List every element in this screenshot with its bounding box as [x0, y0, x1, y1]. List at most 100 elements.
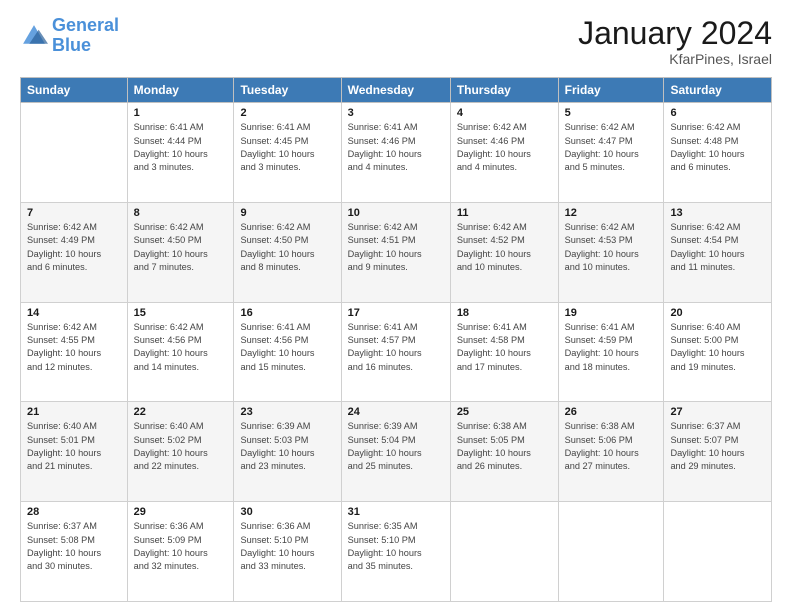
day-number: 3 — [348, 107, 444, 119]
day-info: Sunrise: 6:42 AMSunset: 4:56 PMDaylight:… — [134, 321, 228, 374]
table-row: 19 Sunrise: 6:41 AMSunset: 4:59 PMDayligh… — [558, 302, 664, 402]
day-number: 13 — [670, 207, 765, 219]
calendar-week-4: 21 Sunrise: 6:40 AMSunset: 5:01 PMDayligh… — [21, 402, 772, 502]
col-saturday: Saturday — [664, 78, 772, 103]
day-info: Sunrise: 6:40 AMSunset: 5:02 PMDaylight:… — [134, 420, 228, 473]
day-info: Sunrise: 6:41 AMSunset: 4:57 PMDaylight:… — [348, 321, 444, 374]
table-row: 24Sunrise: 6:39 AMSunset: 5:04 PMDayligh… — [341, 402, 450, 502]
logo: General Blue — [20, 16, 119, 56]
table-row: 31 Sunrise: 6:35 AMSunset: 5:10 PMDayligh… — [341, 502, 450, 602]
day-info: Sunrise: 6:42 AMSunset: 4:52 PMDaylight:… — [457, 221, 552, 274]
day-info: Sunrise: 6:37 AMSunset: 5:08 PMDaylight:… — [27, 520, 121, 573]
day-number: 18 — [457, 307, 552, 319]
table-row: 1Sunrise: 6:41 AMSunset: 4:44 PMDaylight… — [127, 103, 234, 203]
col-thursday: Thursday — [450, 78, 558, 103]
table-row: 9Sunrise: 6:42 AMSunset: 4:50 PMDaylight… — [234, 202, 341, 302]
day-info: Sunrise: 6:40 AMSunset: 5:00 PMDaylight:… — [670, 321, 765, 374]
day-info: Sunrise: 6:42 AMSunset: 4:49 PMDaylight:… — [27, 221, 121, 274]
logo-text: General Blue — [52, 16, 119, 56]
table-row: 15Sunrise: 6:42 AMSunset: 4:56 PMDayligh… — [127, 302, 234, 402]
day-info: Sunrise: 6:36 AMSunset: 5:09 PMDaylight:… — [134, 520, 228, 573]
table-row: 12Sunrise: 6:42 AMSunset: 4:53 PMDayligh… — [558, 202, 664, 302]
day-number: 28 — [27, 506, 121, 518]
day-info: Sunrise: 6:42 AMSunset: 4:50 PMDaylight:… — [134, 221, 228, 274]
day-number: 29 — [134, 506, 228, 518]
calendar-week-3: 14Sunrise: 6:42 AMSunset: 4:55 PMDayligh… — [21, 302, 772, 402]
day-info: Sunrise: 6:41 AMSunset: 4:46 PMDaylight:… — [348, 121, 444, 174]
month-title: January 2024 — [578, 16, 772, 51]
day-number: 4 — [457, 107, 552, 119]
table-row: 10Sunrise: 6:42 AMSunset: 4:51 PMDayligh… — [341, 202, 450, 302]
header: General Blue January 2024 KfarPines, Isr… — [20, 16, 772, 67]
table-row — [664, 502, 772, 602]
table-row: 3 Sunrise: 6:41 AMSunset: 4:46 PMDaylight… — [341, 103, 450, 203]
title-block: January 2024 KfarPines, Israel — [578, 16, 772, 67]
day-info: Sunrise: 6:42 AMSunset: 4:47 PMDaylight:… — [565, 121, 658, 174]
day-number: 16 — [240, 307, 334, 319]
table-row: 8 Sunrise: 6:42 AMSunset: 4:50 PMDaylight… — [127, 202, 234, 302]
logo-icon — [20, 22, 48, 50]
table-row: 13Sunrise: 6:42 AMSunset: 4:54 PMDayligh… — [664, 202, 772, 302]
day-info: Sunrise: 6:41 AMSunset: 4:56 PMDaylight:… — [240, 321, 334, 374]
col-tuesday: Tuesday — [234, 78, 341, 103]
day-info: Sunrise: 6:36 AMSunset: 5:10 PMDaylight:… — [240, 520, 334, 573]
day-info: Sunrise: 6:35 AMSunset: 5:10 PMDaylight:… — [348, 520, 444, 573]
day-number: 22 — [134, 406, 228, 418]
day-info: Sunrise: 6:37 AMSunset: 5:07 PMDaylight:… — [670, 420, 765, 473]
table-row: 20 Sunrise: 6:40 AMSunset: 5:00 PMDayligh… — [664, 302, 772, 402]
day-info: Sunrise: 6:41 AMSunset: 4:44 PMDaylight:… — [134, 121, 228, 174]
table-row: 28 Sunrise: 6:37 AMSunset: 5:08 PMDayligh… — [21, 502, 128, 602]
day-info: Sunrise: 6:41 AMSunset: 4:45 PMDaylight:… — [240, 121, 334, 174]
col-wednesday: Wednesday — [341, 78, 450, 103]
table-row — [558, 502, 664, 602]
col-monday: Monday — [127, 78, 234, 103]
calendar-week-1: 1Sunrise: 6:41 AMSunset: 4:44 PMDaylight… — [21, 103, 772, 203]
column-headers: Sunday Monday Tuesday Wednesday Thursday… — [21, 78, 772, 103]
day-number: 19 — [565, 307, 658, 319]
day-number: 10 — [348, 207, 444, 219]
day-number: 9 — [240, 207, 334, 219]
day-number: 21 — [27, 406, 121, 418]
day-number: 8 — [134, 207, 228, 219]
day-info: Sunrise: 6:40 AMSunset: 5:01 PMDaylight:… — [27, 420, 121, 473]
day-number: 2 — [240, 107, 334, 119]
table-row: 25Sunrise: 6:38 AMSunset: 5:05 PMDayligh… — [450, 402, 558, 502]
day-number: 17 — [348, 307, 444, 319]
calendar-page: General Blue January 2024 KfarPines, Isr… — [0, 0, 792, 612]
col-friday: Friday — [558, 78, 664, 103]
day-info: Sunrise: 6:38 AMSunset: 5:06 PMDaylight:… — [565, 420, 658, 473]
table-row: 26Sunrise: 6:38 AMSunset: 5:06 PMDayligh… — [558, 402, 664, 502]
table-row: 17 Sunrise: 6:41 AMSunset: 4:57 PMDayligh… — [341, 302, 450, 402]
day-number: 25 — [457, 406, 552, 418]
table-row: 6 Sunrise: 6:42 AMSunset: 4:48 PMDaylight… — [664, 103, 772, 203]
day-number: 11 — [457, 207, 552, 219]
day-info: Sunrise: 6:39 AMSunset: 5:04 PMDaylight:… — [348, 420, 444, 473]
day-info: Sunrise: 6:42 AMSunset: 4:48 PMDaylight:… — [670, 121, 765, 174]
day-number: 6 — [670, 107, 765, 119]
table-row: 4 Sunrise: 6:42 AMSunset: 4:46 PMDaylight… — [450, 103, 558, 203]
day-number: 7 — [27, 207, 121, 219]
table-row: 29 Sunrise: 6:36 AMSunset: 5:09 PMDayligh… — [127, 502, 234, 602]
table-row: 7 Sunrise: 6:42 AMSunset: 4:49 PMDaylight… — [21, 202, 128, 302]
table-row: 30Sunrise: 6:36 AMSunset: 5:10 PMDayligh… — [234, 502, 341, 602]
table-row: 22 Sunrise: 6:40 AMSunset: 5:02 PMDayligh… — [127, 402, 234, 502]
day-number: 5 — [565, 107, 658, 119]
table-row: 5 Sunrise: 6:42 AMSunset: 4:47 PMDaylight… — [558, 103, 664, 203]
table-row: 14Sunrise: 6:42 AMSunset: 4:55 PMDayligh… — [21, 302, 128, 402]
calendar-week-2: 7 Sunrise: 6:42 AMSunset: 4:49 PMDaylight… — [21, 202, 772, 302]
table-row — [21, 103, 128, 203]
day-number: 31 — [348, 506, 444, 518]
day-info: Sunrise: 6:41 AMSunset: 4:58 PMDaylight:… — [457, 321, 552, 374]
day-info: Sunrise: 6:42 AMSunset: 4:55 PMDaylight:… — [27, 321, 121, 374]
day-number: 27 — [670, 406, 765, 418]
day-info: Sunrise: 6:41 AMSunset: 4:59 PMDaylight:… — [565, 321, 658, 374]
calendar-table: Sunday Monday Tuesday Wednesday Thursday… — [20, 77, 772, 602]
table-row: 11 Sunrise: 6:42 AMSunset: 4:52 PMDayligh… — [450, 202, 558, 302]
day-info: Sunrise: 6:39 AMSunset: 5:03 PMDaylight:… — [240, 420, 334, 473]
logo-name-part1: General — [52, 15, 119, 35]
col-sunday: Sunday — [21, 78, 128, 103]
day-number: 20 — [670, 307, 765, 319]
table-row: 18 Sunrise: 6:41 AMSunset: 4:58 PMDayligh… — [450, 302, 558, 402]
day-info: Sunrise: 6:42 AMSunset: 4:46 PMDaylight:… — [457, 121, 552, 174]
table-row: 21 Sunrise: 6:40 AMSunset: 5:01 PMDayligh… — [21, 402, 128, 502]
